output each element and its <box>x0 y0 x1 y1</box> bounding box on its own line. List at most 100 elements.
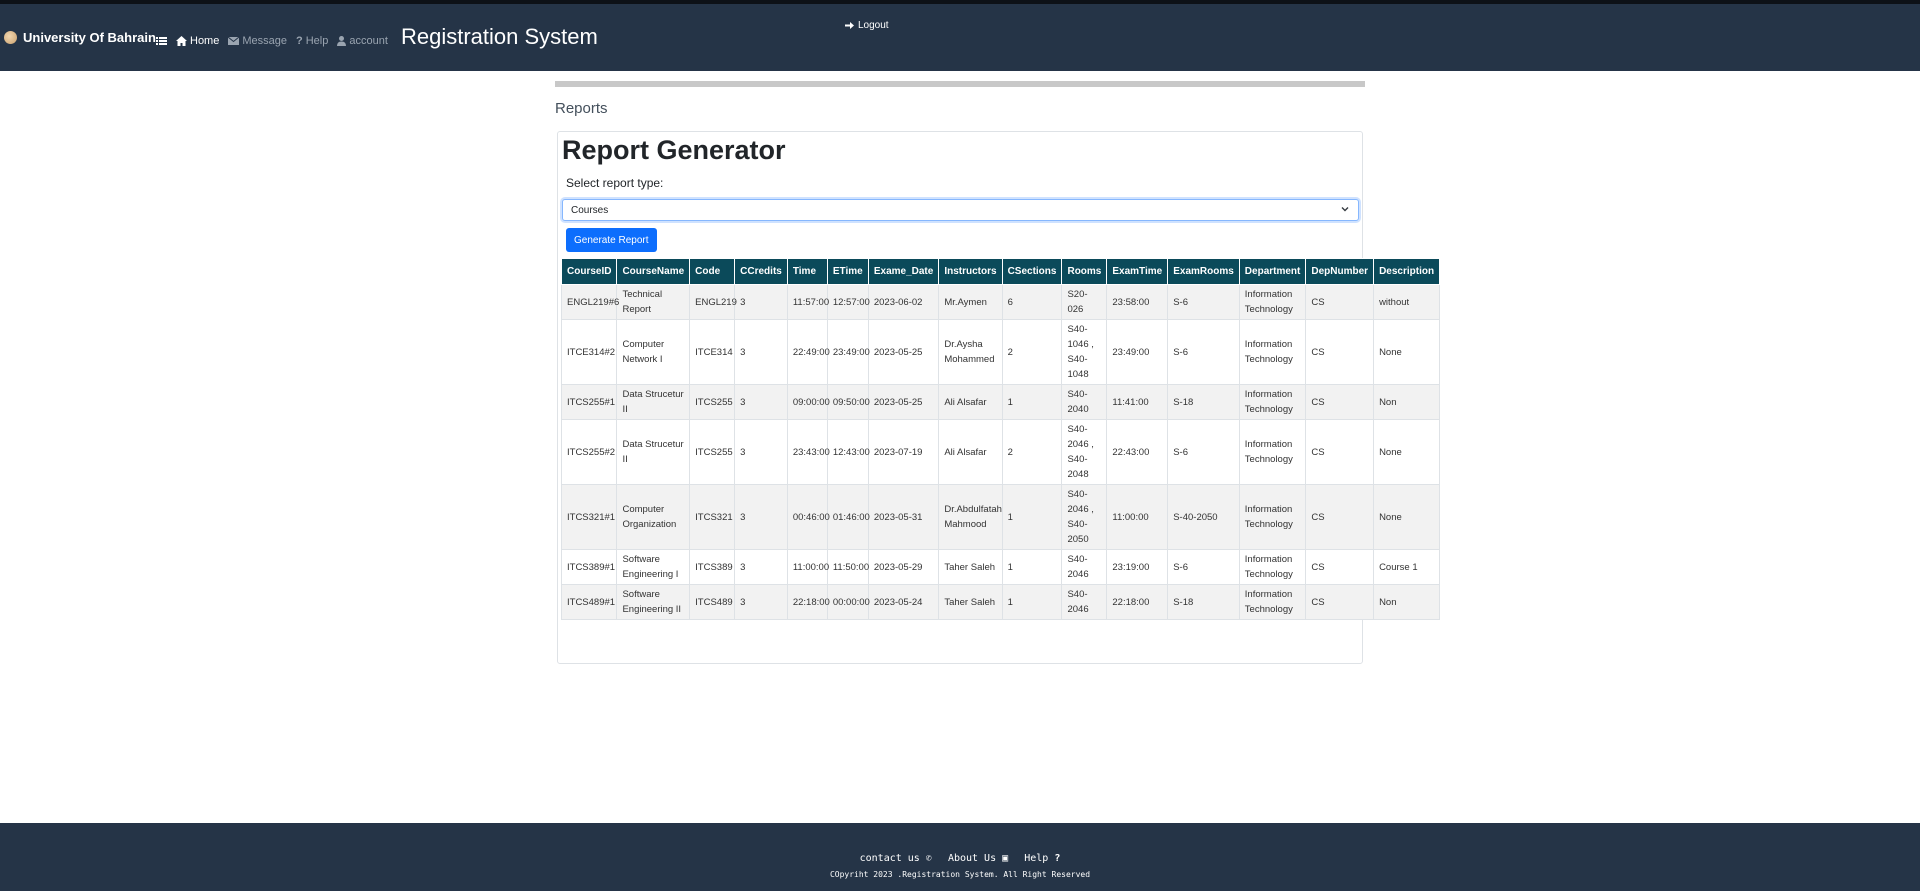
help-label: Help <box>1024 853 1049 864</box>
table-cell: 22:49:00 <box>786 319 830 385</box>
table-cell: 1 <box>1001 484 1063 550</box>
table-cell: CS <box>1305 384 1375 420</box>
table-row: ITCS255#2 Data Strucetur II ITCS255 3 23:43:… <box>560 419 1441 485</box>
help-link[interactable]: Help ? <box>1024 853 1060 864</box>
table-cell: CS <box>1305 549 1375 585</box>
nav-menu: Home Message ? Help account <box>156 35 388 47</box>
table-cell: 3 <box>734 549 788 585</box>
table-cell: Information Technology <box>1238 284 1307 320</box>
table-cell: 2023-05-29 <box>867 549 940 585</box>
table-cell: 22:43:00 <box>1106 419 1169 485</box>
table-cell: Software Engineering II <box>616 584 691 620</box>
table-cell: S40-1046 , S40-1048 <box>1061 319 1108 385</box>
table-cell: None <box>1373 319 1441 385</box>
table-cell: ITCS255 <box>689 384 736 420</box>
table-cell: S-6 <box>1167 549 1240 585</box>
table-cell: 1 <box>1001 384 1063 420</box>
navbar: University Of Bahrain Home Message ? Hel… <box>0 4 1920 71</box>
table-cell: 3 <box>734 484 788 550</box>
nav-item-home[interactable]: Home <box>176 35 219 47</box>
nav-item-home-label: Home <box>190 35 220 47</box>
nav-item-message[interactable]: Message <box>228 35 287 47</box>
table-cell: S40-2046 , S40-2048 <box>1061 419 1108 485</box>
table-cell: Information Technology <box>1238 484 1307 550</box>
menu-toggle[interactable] <box>156 36 167 46</box>
table-cell: 11:57:00 <box>786 284 829 320</box>
table-row: ITCS255#1 Data Strucetur II ITCS255 3 09:00:… <box>560 384 1441 420</box>
nav-item-account[interactable]: account <box>337 35 388 47</box>
column-header: Rooms <box>1061 258 1108 285</box>
table-cell: ENGL219#6 <box>560 284 619 320</box>
column-header: DepNumber <box>1305 258 1375 285</box>
table-cell: Information Technology <box>1238 549 1307 585</box>
table-row: ITCE314#2 Computer Network I ITCE314 3 22:49… <box>560 319 1441 385</box>
column-header: CourseName <box>616 258 691 285</box>
table-cell: S20-026 <box>1061 284 1108 320</box>
table-row: ITCS489#1 Software Engineering II ITCS489 3… <box>560 584 1441 620</box>
table-cell: CS <box>1305 419 1375 485</box>
question-icon: ? <box>295 35 303 47</box>
table-cell: 00:46:00 <box>786 484 830 550</box>
table-row: ITCS389#1 Software Engineering I ITCS389 3 1… <box>560 549 1441 585</box>
report-type-value: Courses <box>571 205 609 216</box>
id-card-icon: ▣ <box>1002 853 1009 864</box>
contact-us-link[interactable]: contact us ✆ <box>860 853 932 864</box>
table-cell: Software Engineering I <box>616 549 691 585</box>
table-cell: Course 1 <box>1373 549 1441 585</box>
column-header: Department <box>1238 258 1307 285</box>
table-cell: None <box>1373 484 1441 550</box>
table-cell: ITCS255#2 <box>560 419 618 485</box>
table-cell: 6 <box>1001 284 1063 320</box>
table-cell: CS <box>1305 584 1375 620</box>
table-cell: 23:43:00 <box>786 419 830 485</box>
app-title: Registration System <box>401 24 598 49</box>
column-header: Code <box>689 258 736 285</box>
brand-name: University Of Bahrain <box>23 30 156 45</box>
progress-bar <box>555 81 1365 87</box>
table-cell: S-6 <box>1167 284 1240 320</box>
nav-item-account-label: account <box>349 35 388 47</box>
table-cell: Dr.Abdulfatah Mahmood <box>938 484 1003 550</box>
table-row: ITCS321#1 Computer Organization ITCS321 3 00… <box>560 484 1441 550</box>
nav-item-message-label: Message <box>242 35 287 47</box>
table-cell: Technical Report <box>616 284 691 320</box>
report-type-select[interactable]: Courses <box>562 199 1359 221</box>
table-cell: Computer Organization <box>616 484 691 550</box>
table-cell: 2023-05-31 <box>867 484 940 550</box>
table-cell: S-6 <box>1167 319 1240 385</box>
table-cell: ITCS255 <box>689 419 736 485</box>
table-cell: without <box>1373 284 1441 320</box>
table-cell: 3 <box>734 584 788 620</box>
table-cell: Information Technology <box>1238 419 1307 485</box>
column-header: CCredits <box>734 258 788 285</box>
brand[interactable]: University Of Bahrain <box>4 30 156 45</box>
table-cell: 23:49:00 <box>1106 319 1169 385</box>
table-header-row: CourseID CourseName Code CCredits Time ETime E… <box>560 258 1441 285</box>
nav-item-help[interactable]: ? Help <box>296 35 328 47</box>
table-cell: CS <box>1305 484 1375 550</box>
home-icon <box>176 36 187 46</box>
column-header: ExamRooms <box>1167 258 1240 285</box>
table-cell: 01:46:00 <box>826 484 870 550</box>
column-header: Exame_Date <box>867 258 940 285</box>
table-cell: Information Technology <box>1238 319 1307 385</box>
about-us-link[interactable]: About Us ▣ <box>948 853 1008 864</box>
table-cell: S-6 <box>1167 419 1240 485</box>
report-table: CourseID CourseName Code CCredits Time ETime E… <box>560 258 1441 620</box>
footer-links: contact us ✆ About Us ▣ Help ? <box>0 853 1920 864</box>
table-cell: 2023-06-02 <box>867 284 940 320</box>
table-cell: 2023-07-19 <box>867 419 940 485</box>
table-cell: 22:18:00 <box>786 584 830 620</box>
table-cell: 2023-05-24 <box>867 584 940 620</box>
logout-label: Logout <box>858 20 889 31</box>
table-cell: S-18 <box>1167 584 1240 620</box>
table-cell: Taher Saleh <box>938 549 1003 585</box>
table-cell: Taher Saleh <box>938 584 1003 620</box>
logout-link[interactable]: Logout <box>845 20 889 31</box>
table-cell: 12:57:00 <box>826 284 870 320</box>
generate-report-button[interactable]: Generate Report <box>566 228 657 252</box>
table-cell: Information Technology <box>1238 584 1307 620</box>
table-cell: 09:00:00 <box>786 384 830 420</box>
table-cell: ENGL219 <box>689 284 737 320</box>
table-cell: 11:41:00 <box>1106 384 1169 420</box>
